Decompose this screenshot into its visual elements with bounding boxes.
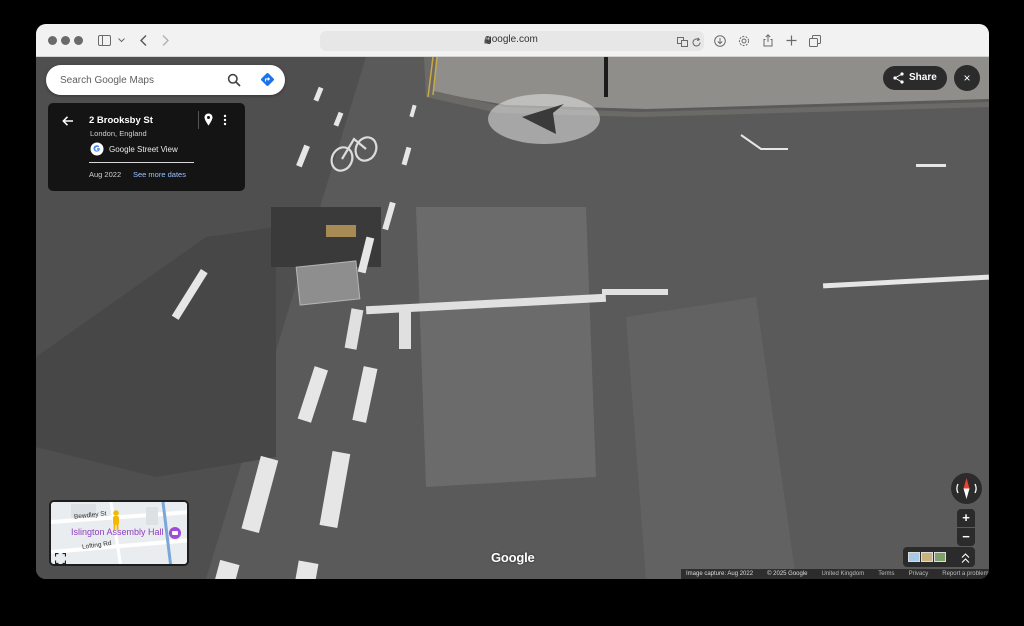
chevron-up-icon[interactable] <box>961 551 970 569</box>
download-icon[interactable] <box>713 32 726 49</box>
settings-icon[interactable] <box>737 32 750 49</box>
translate-icon[interactable] <box>677 35 689 53</box>
google-logo: Google <box>491 550 535 565</box>
card-divider <box>89 162 194 163</box>
search-input[interactable] <box>60 72 220 88</box>
card-divider-vertical <box>198 111 199 129</box>
location-title: 2 Brooksby St <box>89 115 153 126</box>
expand-icon[interactable] <box>54 551 67 564</box>
search-box <box>46 65 285 95</box>
satellite-thumbnail-icon[interactable] <box>921 552 933 562</box>
minimize-window-button[interactable] <box>61 36 70 45</box>
privacy-link[interactable]: Privacy <box>909 571 929 577</box>
forward-icon[interactable] <box>160 32 170 49</box>
terms-link[interactable]: Terms <box>878 571 894 577</box>
address-bar[interactable]: google.com <box>320 31 704 51</box>
copyright-text: © 2025 Google <box>767 571 808 577</box>
terrain-thumbnail-icon[interactable] <box>934 552 946 562</box>
location-pin-icon[interactable] <box>204 113 213 131</box>
capture-date: Aug 2022 <box>89 170 122 179</box>
minimap-place-label[interactable]: Islington Assembly Hall <box>71 527 164 537</box>
share-label: Share <box>909 72 937 83</box>
chevron-down-icon[interactable] <box>117 32 125 49</box>
report-problem-link[interactable]: Report a problem <box>942 571 988 577</box>
url-text: google.com <box>486 34 538 45</box>
image-capture-date: Image capture: Aug 2022 <box>686 571 754 577</box>
compass-icon <box>956 478 977 499</box>
venue-icon <box>169 526 181 544</box>
compass-button[interactable] <box>951 473 982 504</box>
map-thumbnail-icon[interactable] <box>908 552 920 562</box>
search-icon[interactable] <box>227 73 241 92</box>
zoom-out-button[interactable]: − <box>957 528 975 546</box>
region-link[interactable]: United Kingdom <box>822 571 865 577</box>
google-g-icon <box>90 142 104 161</box>
minimap[interactable]: Bewdley St Islington Assembly Hall Lofti… <box>49 500 189 566</box>
attribution-footer: Image capture: Aug 2022 © 2025 Google Un… <box>681 569 989 579</box>
close-window-button[interactable] <box>48 36 57 45</box>
directions-icon[interactable] <box>260 72 275 92</box>
maximize-window-button[interactable] <box>74 36 83 45</box>
street-view-panorama[interactable]: 2 Brooksby St London, England Google Str… <box>36 57 989 579</box>
back-arrow-icon[interactable] <box>62 114 74 132</box>
desktop: google.com Search Google Maps 2 Brooksby… <box>0 0 1024 626</box>
see-more-dates-link[interactable]: See more dates <box>133 170 186 179</box>
tabs-icon[interactable] <box>808 32 821 49</box>
location-info-card: 2 Brooksby St London, England Google Str… <box>48 103 245 191</box>
sidebar-icon[interactable] <box>97 32 111 49</box>
browser-toolbar: google.com <box>36 24 989 57</box>
share-button[interactable]: Share <box>883 66 947 90</box>
share-icon[interactable] <box>762 32 774 49</box>
more-options-icon[interactable] <box>223 113 227 131</box>
new-tab-icon[interactable] <box>785 32 797 49</box>
zoom-in-button[interactable]: + <box>957 509 975 527</box>
imagery-layers-control[interactable] <box>903 547 975 567</box>
close-street-view-button[interactable]: × <box>954 65 980 91</box>
reload-icon[interactable] <box>691 35 702 53</box>
browser-window: google.com Search Google Maps 2 Brooksby… <box>36 24 989 579</box>
share-nodes-icon <box>893 72 904 87</box>
street-view-source: Google Street View <box>109 145 178 154</box>
location-subtitle: London, England <box>90 129 147 138</box>
back-icon[interactable] <box>138 32 148 49</box>
